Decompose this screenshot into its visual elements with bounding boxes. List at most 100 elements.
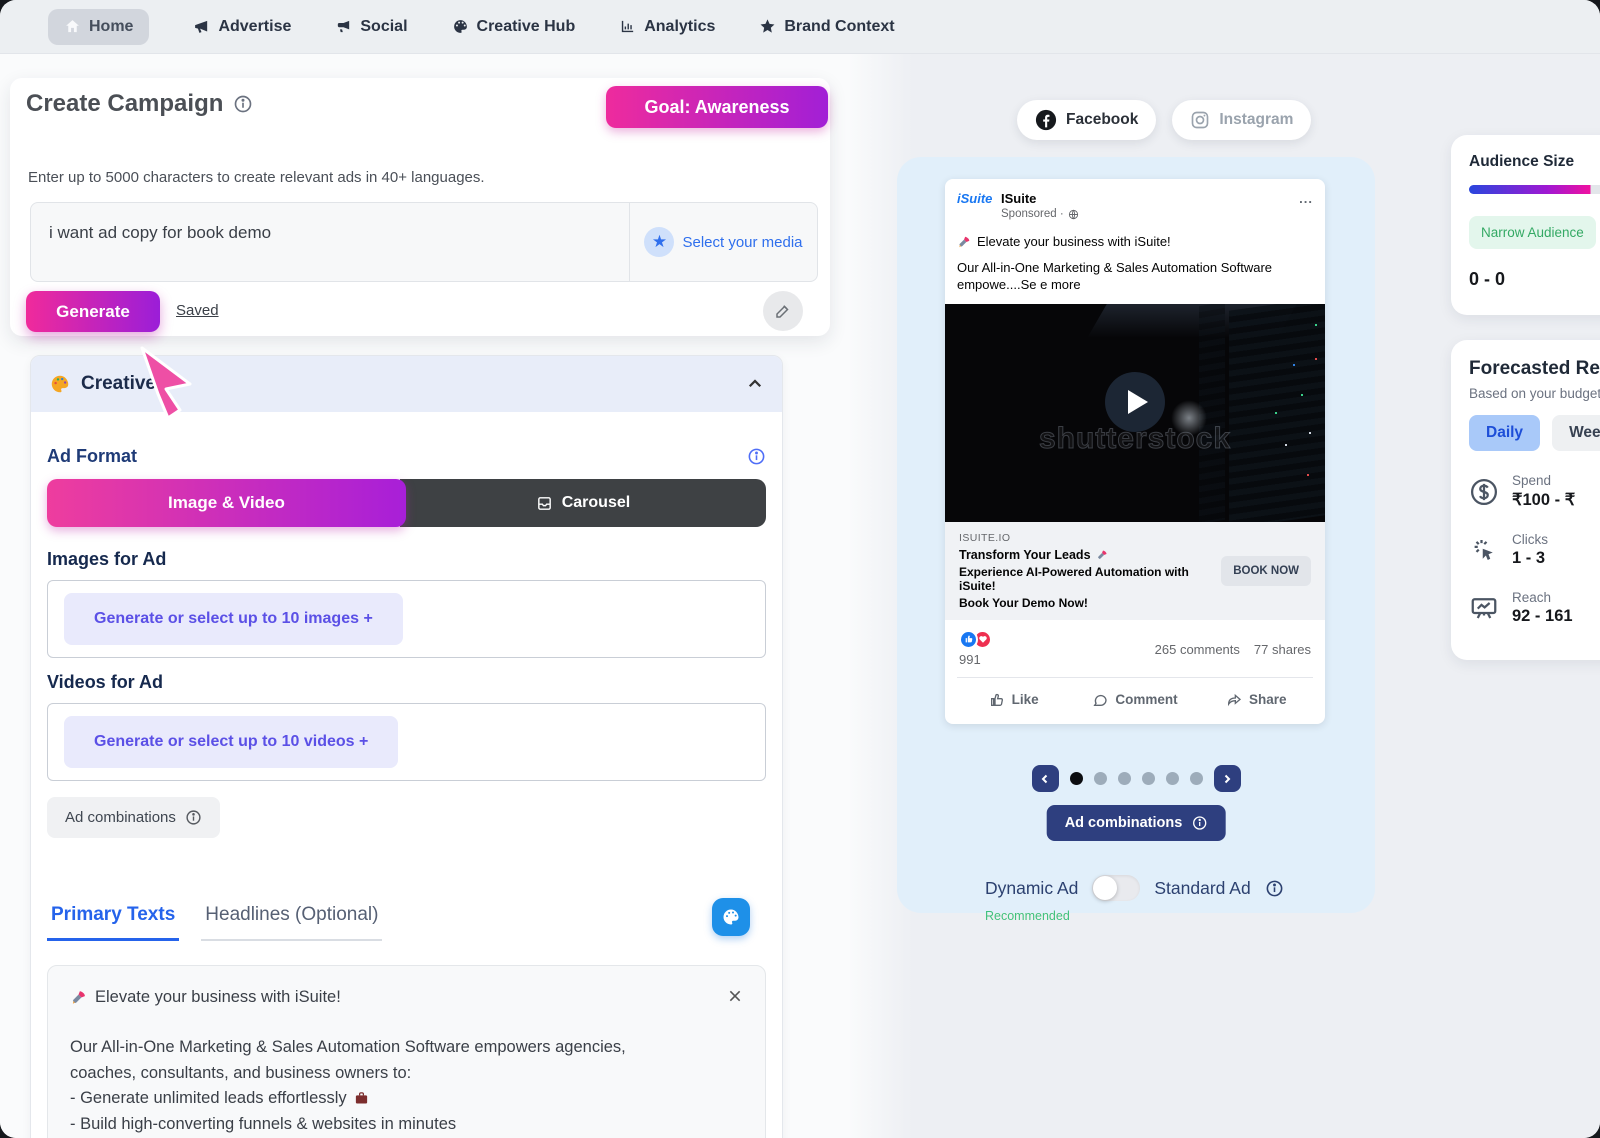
edit-button[interactable]	[763, 291, 803, 331]
dynamic-ad-label: Dynamic Ad	[985, 878, 1078, 899]
carousel-dot[interactable]	[1190, 772, 1203, 785]
select-media-button[interactable]: ★ Select your media	[629, 203, 817, 281]
share-icon	[1226, 692, 1242, 708]
primary-text-card: Elevate your business with iSuite! Our A…	[47, 965, 766, 1138]
palette-icon	[721, 907, 741, 927]
clicks-label: Clicks	[1512, 532, 1548, 547]
carousel-dot[interactable]	[1118, 772, 1131, 785]
carousel-dot[interactable]	[1166, 772, 1179, 785]
nav-item-home[interactable]: Home	[48, 9, 149, 45]
instagram-icon	[1190, 110, 1210, 130]
link-preview-bar[interactable]: ISUITE.IO Transform Your Leads Experienc…	[945, 522, 1325, 620]
shares-count[interactable]: 77 shares	[1254, 642, 1311, 657]
globe-icon	[1068, 209, 1079, 220]
pencil-icon	[774, 302, 792, 320]
post-headline: Elevate your business with iSuite!	[977, 233, 1171, 251]
ad-combinations-label: Ad combinations	[65, 809, 176, 826]
prompt-input[interactable]: i want ad copy for book demo	[31, 203, 629, 281]
link-title: Transform Your Leads	[959, 548, 1091, 562]
creative-title: Creative	[81, 373, 736, 395]
instagram-tab[interactable]: Instagram	[1172, 100, 1311, 140]
carousel-prev-button[interactable]	[1032, 765, 1059, 792]
nav-label: Home	[89, 18, 133, 36]
carousel-dot[interactable]	[1094, 772, 1107, 785]
play-button[interactable]	[1105, 372, 1165, 432]
video-art	[1229, 304, 1325, 522]
forecast-subtitle: Based on your budget	[1469, 386, 1600, 401]
brand-avatar: iSuite	[957, 191, 997, 221]
info-icon[interactable]	[233, 94, 253, 114]
tab-weekly[interactable]: Weekly	[1552, 415, 1600, 451]
generate-button[interactable]: Generate	[26, 291, 160, 332]
chevron-up-icon[interactable]	[746, 375, 764, 393]
chart-icon	[619, 18, 636, 35]
carousel-next-button[interactable]	[1214, 765, 1241, 792]
ad-combinations-chip[interactable]: Ad combinations	[47, 797, 220, 838]
standard-ad-label: Standard Ad	[1154, 878, 1250, 899]
comments-count[interactable]: 265 comments	[1155, 642, 1240, 657]
carousel-dot[interactable]	[1142, 772, 1155, 785]
ad-combinations-button[interactable]: Ad combinations	[1047, 805, 1226, 841]
reaction-count: 991	[959, 652, 992, 667]
like-reaction-icon	[959, 630, 978, 649]
creative-section: Creative Ad Format Image & Video Carouse…	[30, 355, 783, 1138]
facebook-icon	[1035, 109, 1057, 131]
ad-combinations-label: Ad combinations	[1065, 815, 1183, 831]
page-title: Create Campaign	[26, 90, 223, 118]
facebook-tab[interactable]: Facebook	[1017, 100, 1156, 140]
nav-item-social[interactable]: Social	[335, 18, 407, 36]
clicks-metric: Clicks 1 - 3	[1469, 532, 1600, 568]
carousel-dot[interactable]	[1070, 772, 1083, 785]
tab-headlines[interactable]: Headlines (Optional)	[201, 904, 382, 941]
nav-item-creative-hub[interactable]: Creative Hub	[452, 18, 576, 36]
like-button[interactable]: Like	[953, 684, 1074, 716]
thumb-up-icon	[989, 692, 1005, 708]
post-menu-button[interactable]: ...	[1299, 191, 1313, 206]
nav-item-analytics[interactable]: Analytics	[619, 18, 715, 36]
saved-link[interactable]: Saved	[176, 302, 219, 319]
comment-icon	[1092, 692, 1108, 708]
nav-item-brand-context[interactable]: Brand Context	[759, 18, 894, 36]
dollar-circle-icon	[1469, 477, 1499, 507]
nav-label: Analytics	[644, 18, 715, 36]
info-icon	[1191, 815, 1207, 831]
ad-format-tabs: Image & Video Carousel	[47, 479, 766, 527]
star-icon	[759, 18, 776, 35]
tab-carousel[interactable]: Carousel	[400, 479, 766, 527]
reach-label: Reach	[1512, 590, 1573, 605]
nav-item-advertise[interactable]: Advertise	[193, 18, 291, 36]
star-icon: ★	[644, 227, 674, 257]
facebook-post-preview: iSuite ISuite Sponsored · ... Elevate yo…	[945, 179, 1325, 724]
generate-images-button[interactable]: Generate or select up to 10 images +	[64, 593, 403, 645]
select-media-label: Select your media	[682, 234, 802, 251]
comment-button[interactable]: Comment	[1074, 684, 1195, 716]
recommended-label: Recommended	[985, 909, 1070, 923]
link-domain: ISUITE.IO	[959, 532, 1213, 544]
preview-carousel-controls	[897, 765, 1375, 792]
presentation-chart-icon	[1469, 593, 1499, 623]
palette-icon	[452, 18, 469, 35]
book-now-button[interactable]: BOOK NOW	[1221, 556, 1311, 586]
rocket-icon	[1096, 549, 1108, 561]
prompt-box: i want ad copy for book demo ★ Select yo…	[30, 202, 818, 282]
info-icon[interactable]	[747, 447, 766, 466]
like-label: Like	[1012, 692, 1039, 707]
forecast-card: Forecasted Results Based on your budget …	[1451, 340, 1600, 660]
generate-videos-button[interactable]: Generate or select up to 10 videos +	[64, 716, 398, 768]
creative-header[interactable]: Creative	[31, 356, 782, 412]
info-icon[interactable]	[1265, 879, 1284, 898]
audience-size-card: Audience Size Narrow Audience 0 - 0	[1451, 135, 1600, 315]
tab-image-video[interactable]: Image & Video	[47, 479, 406, 527]
ad-type-toggle[interactable]	[1092, 875, 1140, 901]
tab-daily[interactable]: Daily	[1469, 415, 1540, 451]
facebook-label: Facebook	[1066, 111, 1138, 129]
clicks-value: 1 - 3	[1512, 549, 1548, 568]
theme-palette-button[interactable]	[712, 898, 750, 936]
close-icon[interactable]	[727, 988, 743, 1004]
nav-label: Creative Hub	[477, 18, 576, 36]
post-body-text[interactable]: Our All-in-One Marketing & Sales Automat…	[957, 259, 1313, 294]
tab-primary-texts[interactable]: Primary Texts	[47, 904, 179, 941]
share-button[interactable]: Share	[1196, 684, 1317, 716]
nav-label: Social	[360, 18, 407, 36]
images-for-ad-label: Images for Ad	[47, 549, 766, 570]
